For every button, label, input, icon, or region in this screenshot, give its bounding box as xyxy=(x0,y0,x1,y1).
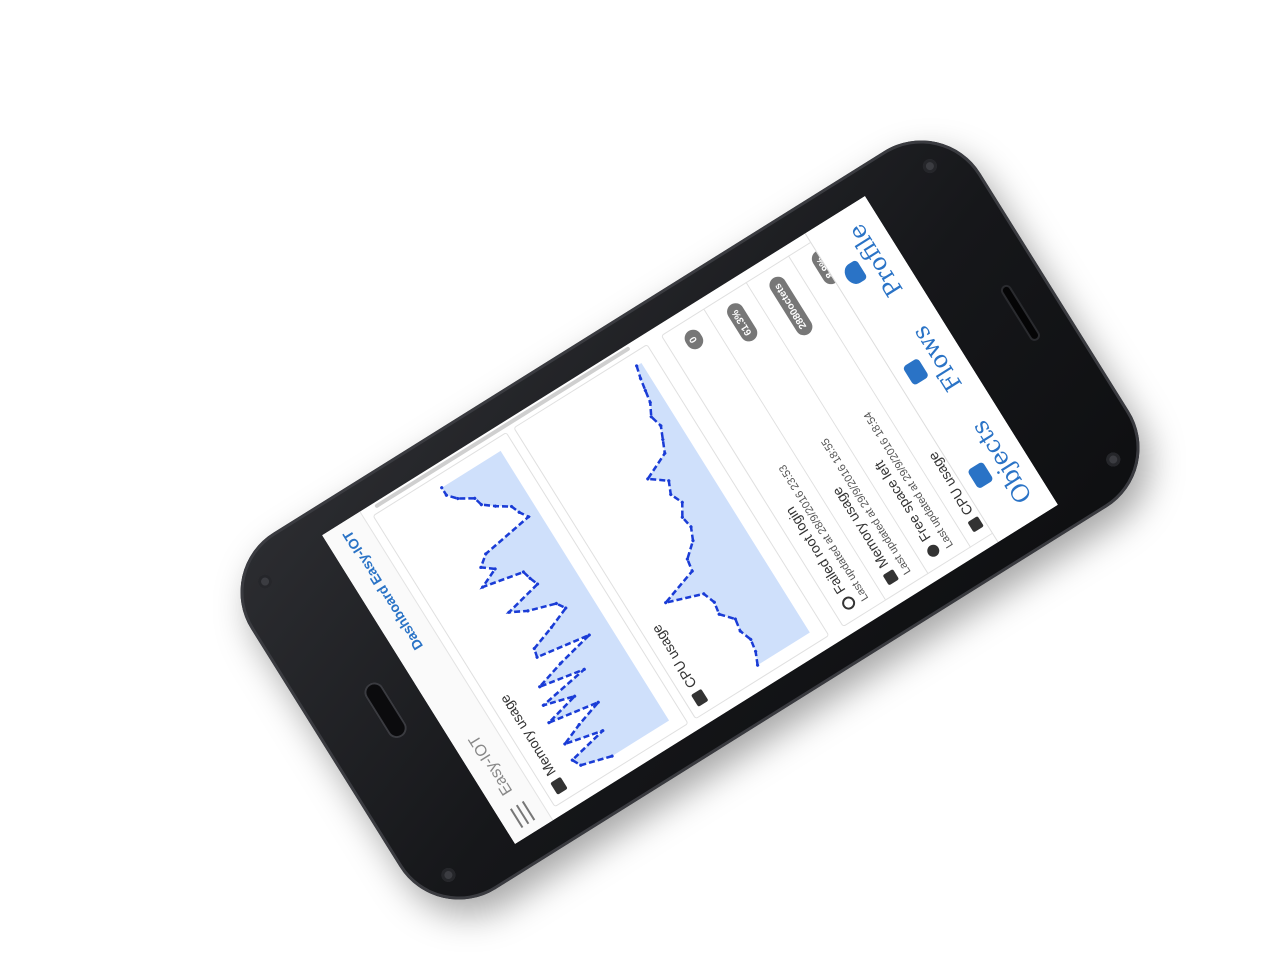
phone-device: Easy-IOT Dashboard Easy-IOT Memory usage… xyxy=(214,114,1166,926)
phone-sensor xyxy=(920,156,940,176)
server-icon xyxy=(882,568,900,586)
phone-screen: Easy-IOT Dashboard Easy-IOT Memory usage… xyxy=(322,196,1058,844)
cloud-icon xyxy=(924,542,942,560)
phone-sensor xyxy=(438,865,459,885)
hamburger-menu-icon[interactable] xyxy=(509,800,536,829)
phone-sensor xyxy=(1103,449,1123,470)
ban-icon xyxy=(839,594,858,613)
phone-speaker xyxy=(1001,285,1040,341)
nav-label: Objects xyxy=(965,415,1038,509)
app-view: Easy-IOT Dashboard Easy-IOT Memory usage… xyxy=(322,196,1058,844)
phone-sensor xyxy=(255,571,275,592)
server-icon xyxy=(550,776,568,795)
chip-icon xyxy=(690,688,709,707)
chip-icon xyxy=(967,515,984,533)
home-button[interactable] xyxy=(360,678,411,742)
